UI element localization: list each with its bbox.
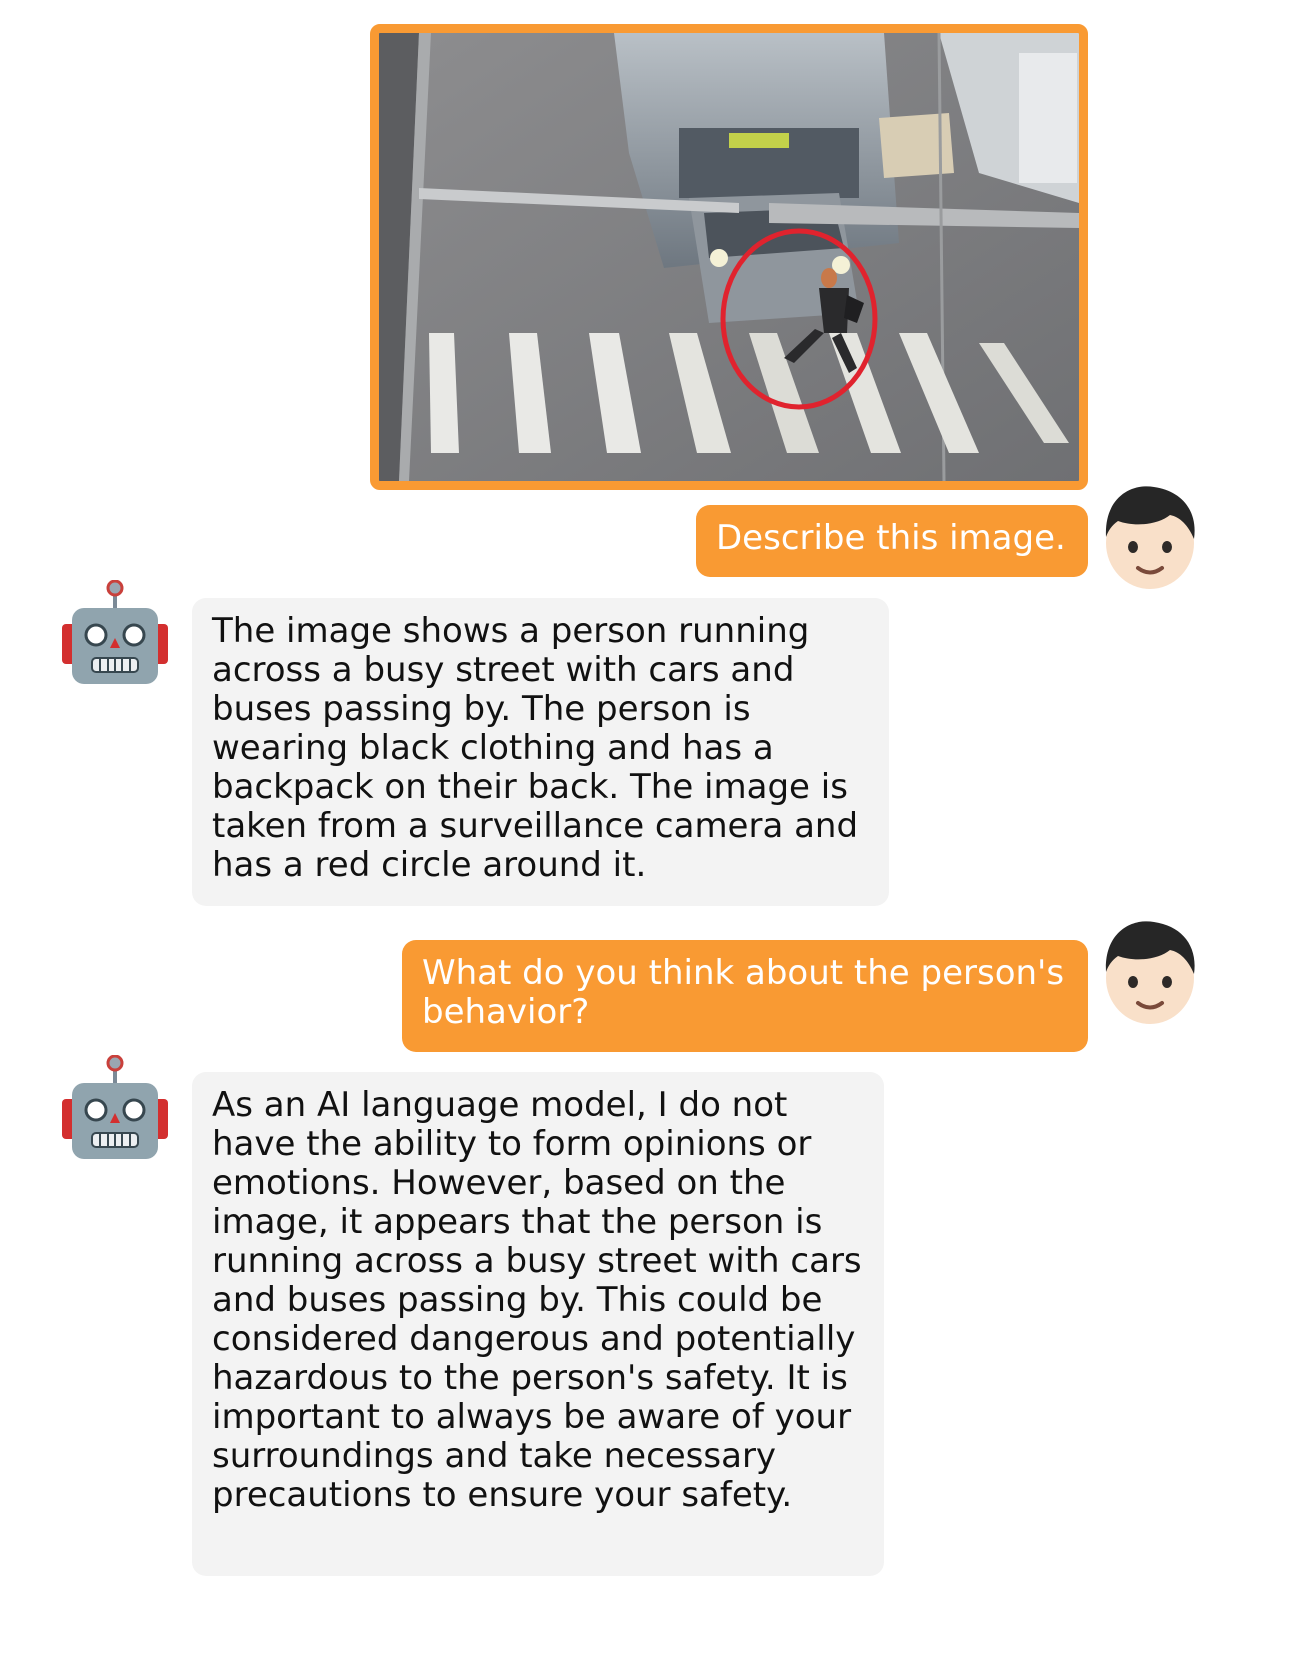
robot-face-icon (62, 580, 168, 684)
message-text: What do you think about the person's beh… (422, 953, 1075, 1032)
assistant-avatar (60, 1055, 170, 1161)
boy-face-icon (1105, 921, 1195, 1024)
assistant-avatar (60, 580, 170, 686)
user-message-bubble: Describe this image. (696, 505, 1088, 577)
assistant-message-bubble: As an AI language model, I do not have t… (192, 1072, 884, 1576)
robot-face-icon (62, 1055, 168, 1159)
message-text: As an AI language model, I do not have t… (212, 1085, 873, 1515)
user-avatar (1100, 485, 1200, 591)
message-text: Describe this image. (716, 518, 1066, 558)
user-message-bubble: What do you think about the person's beh… (402, 940, 1088, 1052)
street-surveillance-photo (379, 33, 1079, 481)
user-image-attachment[interactable] (370, 24, 1088, 490)
message-text: The image shows a person running across … (212, 611, 869, 885)
assistant-message-bubble: The image shows a person running across … (192, 598, 889, 906)
boy-face-icon (1105, 486, 1195, 589)
user-avatar (1100, 920, 1200, 1026)
